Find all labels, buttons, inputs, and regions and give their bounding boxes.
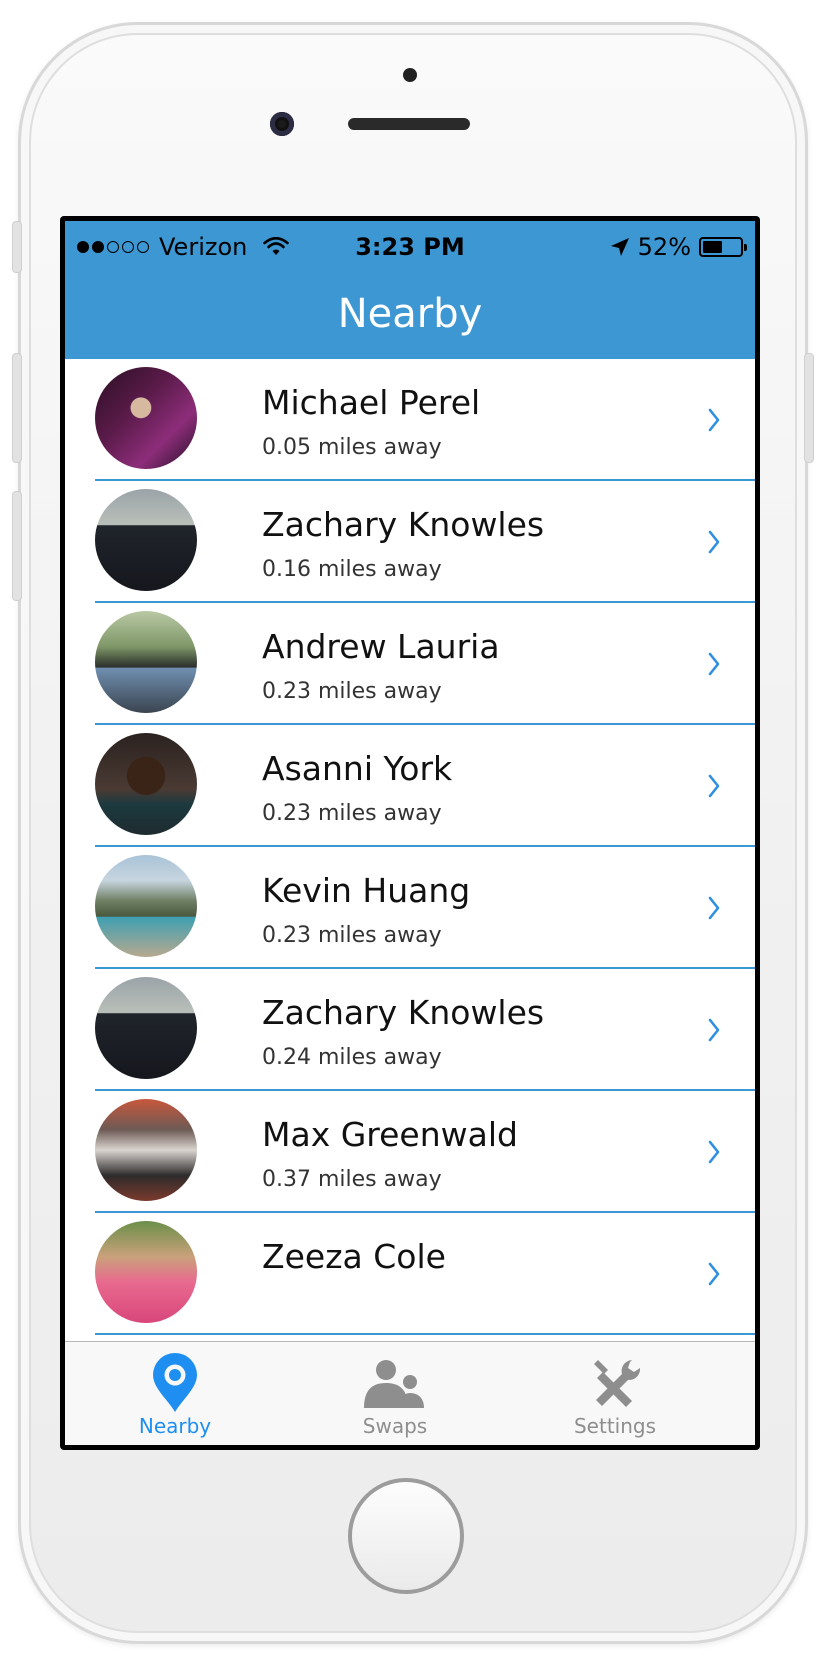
location-arrow-icon	[610, 238, 629, 256]
person-name: Kevin Huang	[262, 871, 471, 910]
list-item[interactable]: Zeeza Cole	[65, 1213, 755, 1335]
person-name: Zeeza Cole	[262, 1237, 446, 1276]
list-item[interactable]: Andrew Lauria 0.23 miles away	[65, 603, 755, 725]
avatar	[95, 1099, 197, 1201]
avatar	[95, 367, 197, 469]
chevron-right-icon	[708, 530, 720, 554]
person-distance: 0.23 miles away	[262, 679, 442, 704]
location-pin-icon	[153, 1353, 197, 1412]
app-screen: Verizon 3:23 PM 52% Nearby Michael Perel…	[65, 221, 755, 1445]
tab-nearby[interactable]: Nearby	[65, 1342, 285, 1445]
person-distance: 0.23 miles away	[262, 801, 442, 826]
front-camera	[270, 112, 294, 136]
list-item[interactable]: Zachary Knowles 0.16 miles away	[65, 481, 755, 603]
battery-level	[703, 241, 722, 253]
person-distance: 0.24 miles away	[262, 1045, 442, 1070]
person-distance: 0.05 miles away	[262, 435, 442, 460]
list-item[interactable]: Asanni York 0.23 miles away	[65, 725, 755, 847]
list-item[interactable]: Max Greenwald 0.37 miles away	[65, 1091, 755, 1213]
person-distance: 0.37 miles away	[262, 1167, 442, 1192]
tab-bar: Nearby Swaps Settings	[65, 1341, 755, 1445]
proximity-sensor	[403, 68, 417, 82]
volume-down-button	[12, 491, 22, 601]
status-right: 52%	[610, 233, 747, 261]
avatar	[95, 733, 197, 835]
battery-percent: 52%	[637, 233, 691, 261]
chevron-right-icon	[708, 774, 720, 798]
chevron-right-icon	[708, 408, 720, 432]
person-name: Zachary Knowles	[262, 993, 545, 1032]
avatar	[95, 489, 197, 591]
list-item[interactable]: Michael Perel 0.05 miles away	[65, 359, 755, 481]
chevron-right-icon	[708, 1262, 720, 1286]
battery-icon	[699, 237, 747, 257]
tab-swaps[interactable]: Swaps	[285, 1342, 505, 1445]
avatar	[95, 611, 197, 713]
people-icon	[364, 1360, 424, 1408]
screen: Verizon 3:23 PM 52% Nearby Michael Perel…	[60, 216, 760, 1450]
navigation-bar: Nearby	[65, 275, 755, 359]
person-distance: 0.23 miles away	[262, 923, 442, 948]
chevron-right-icon	[708, 652, 720, 676]
home-button[interactable]	[348, 1478, 464, 1594]
person-name: Zachary Knowles	[262, 505, 545, 544]
page-title: Nearby	[337, 291, 483, 337]
nearby-list: Michael Perel 0.05 miles away Zachary Kn…	[65, 359, 755, 1341]
list-item[interactable]: Zachary Knowles 0.24 miles away	[65, 969, 755, 1091]
tools-icon	[594, 1360, 641, 1407]
tab-label: Nearby	[138, 1414, 212, 1438]
person-name: Max Greenwald	[262, 1115, 518, 1154]
chevron-right-icon	[708, 1018, 720, 1042]
volume-up-button	[12, 353, 22, 463]
person-distance: 0.16 miles away	[262, 557, 442, 582]
status-bar: Verizon 3:23 PM 52%	[65, 221, 755, 275]
avatar	[95, 1221, 197, 1323]
avatar	[95, 855, 197, 957]
list-item[interactable]: Kevin Huang 0.23 miles away	[65, 847, 755, 969]
tab-label: Swaps	[362, 1414, 428, 1438]
earpiece-speaker	[348, 118, 470, 130]
chevron-right-icon	[708, 1140, 720, 1164]
person-name: Asanni York	[262, 749, 453, 788]
person-name: Andrew Lauria	[262, 627, 500, 666]
tab-label: Settings	[573, 1414, 657, 1438]
person-name: Michael Perel	[262, 383, 481, 422]
power-button	[804, 353, 814, 463]
tab-settings[interactable]: Settings	[505, 1342, 725, 1445]
chevron-right-icon	[708, 896, 720, 920]
mute-switch	[12, 221, 22, 273]
avatar	[95, 977, 197, 1079]
